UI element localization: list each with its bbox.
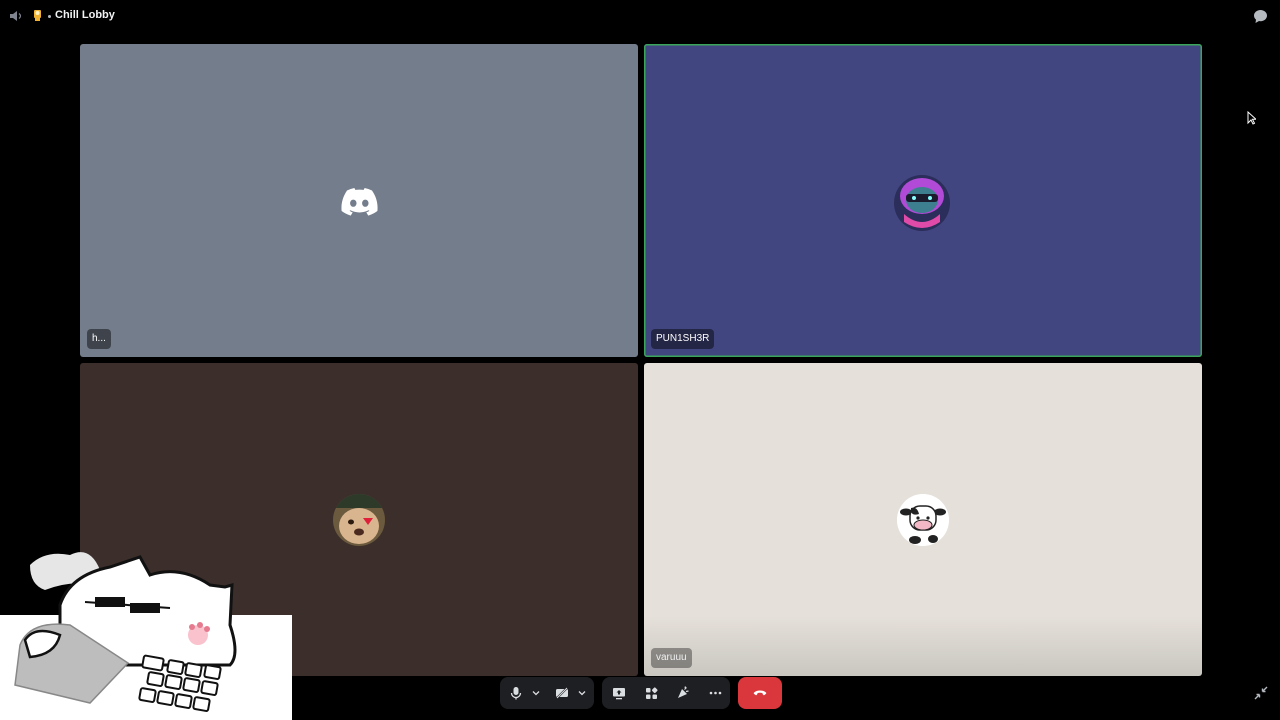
soundboard-button[interactable]: [671, 677, 695, 709]
participant-name: varuuu: [651, 648, 692, 668]
chevron-down-icon: [578, 691, 586, 696]
speaker-icon[interactable]: [9, 9, 23, 23]
avatar: [333, 494, 385, 546]
cow-avatar: [897, 494, 949, 546]
soundboard-icon: [678, 686, 689, 698]
activities-button[interactable]: [639, 677, 663, 709]
mute-button[interactable]: [506, 677, 526, 709]
exit-fullscreen-icon[interactable]: [1254, 686, 1268, 700]
separator-dot: [48, 15, 51, 18]
participant-tile[interactable]: h...: [80, 44, 638, 357]
hang-up-icon: [753, 690, 767, 696]
activities-icon: [645, 686, 658, 699]
chat-bubble-icon[interactable]: [1253, 9, 1268, 24]
camera-off-icon: [556, 687, 568, 699]
more-icon: [709, 691, 721, 695]
video-settings-dropdown[interactable]: [574, 677, 590, 709]
mouse-cursor-icon: [1247, 111, 1256, 125]
camera-toggle-button[interactable]: [552, 677, 572, 709]
participant-tile-speaking[interactable]: PUN1SH3R: [644, 44, 1202, 357]
screen-share-icon: [613, 687, 625, 699]
screen-share-button[interactable]: [607, 677, 631, 709]
crown-icon: [34, 10, 41, 21]
chevron-down-icon: [532, 691, 540, 696]
disconnect-button[interactable]: [738, 677, 782, 709]
participant-name: PUN1SH3R: [651, 329, 715, 349]
microphone-icon: [510, 687, 522, 700]
tools-group: [602, 677, 730, 709]
audio-settings-dropdown[interactable]: [528, 677, 544, 709]
channel-name: Chill Lobby: [55, 9, 115, 21]
participant-name: h...: [87, 329, 111, 349]
audio-video-group: [500, 677, 594, 709]
bongo-cat-sticker: [0, 552, 292, 720]
discord-logo-icon: [341, 188, 378, 216]
call-header: Chill Lobby: [0, 0, 1280, 32]
participant-tile[interactable]: varuuu: [644, 363, 1202, 676]
more-options-button[interactable]: [703, 677, 727, 709]
avatar: [894, 175, 950, 231]
